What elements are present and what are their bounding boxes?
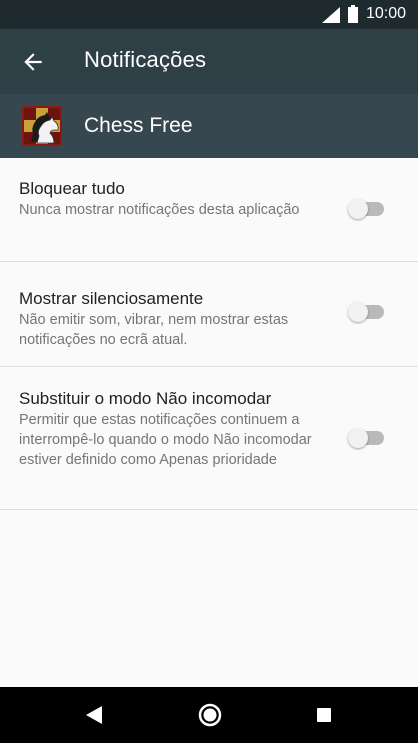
chess-app-icon	[22, 106, 62, 146]
setting-summary: Não emitir som, vibrar, nem mostrar esta…	[19, 312, 289, 348]
nav-recents-icon[interactable]	[317, 708, 331, 722]
toggle-thumb	[348, 199, 368, 219]
setting-title: Bloquear tudo	[19, 179, 125, 198]
setting-summary: Permitir que estas notificações continue…	[19, 412, 312, 468]
app-header: Chess Free	[0, 94, 418, 158]
setting-show-silently[interactable]: Mostrar silenciosamente Não emitir som, …	[0, 262, 418, 367]
status-bar: 10:00	[0, 0, 418, 29]
show-silently-toggle[interactable]	[348, 302, 386, 322]
battery-icon	[348, 5, 358, 23]
arrow-back-icon[interactable]	[20, 49, 46, 75]
setting-summary: Nunca mostrar notificações desta aplicaç…	[19, 202, 300, 218]
setting-title: Substituir o modo Não incomodar	[19, 389, 272, 408]
toggle-thumb	[348, 302, 368, 322]
app-name: Chess Free	[84, 114, 193, 137]
app-bar: Notificações	[0, 29, 418, 94]
page-title: Notificações	[84, 47, 207, 72]
setting-title: Mostrar silenciosamente	[19, 289, 204, 308]
settings-list: Bloquear tudo Nunca mostrar notificações…	[0, 158, 418, 510]
setting-override-dnd[interactable]: Substituir o modo Não incomodar Permitir…	[0, 367, 418, 510]
setting-block-all[interactable]: Bloquear tudo Nunca mostrar notificações…	[0, 158, 418, 262]
override-dnd-toggle[interactable]	[348, 428, 386, 448]
toggle-thumb	[348, 428, 368, 448]
block-all-toggle[interactable]	[348, 199, 386, 219]
nav-back-icon[interactable]	[86, 706, 102, 724]
navigation-bar	[0, 687, 418, 743]
status-time: 10:00	[366, 5, 407, 22]
signal-icon	[322, 7, 340, 23]
nav-home-icon[interactable]	[198, 703, 222, 727]
